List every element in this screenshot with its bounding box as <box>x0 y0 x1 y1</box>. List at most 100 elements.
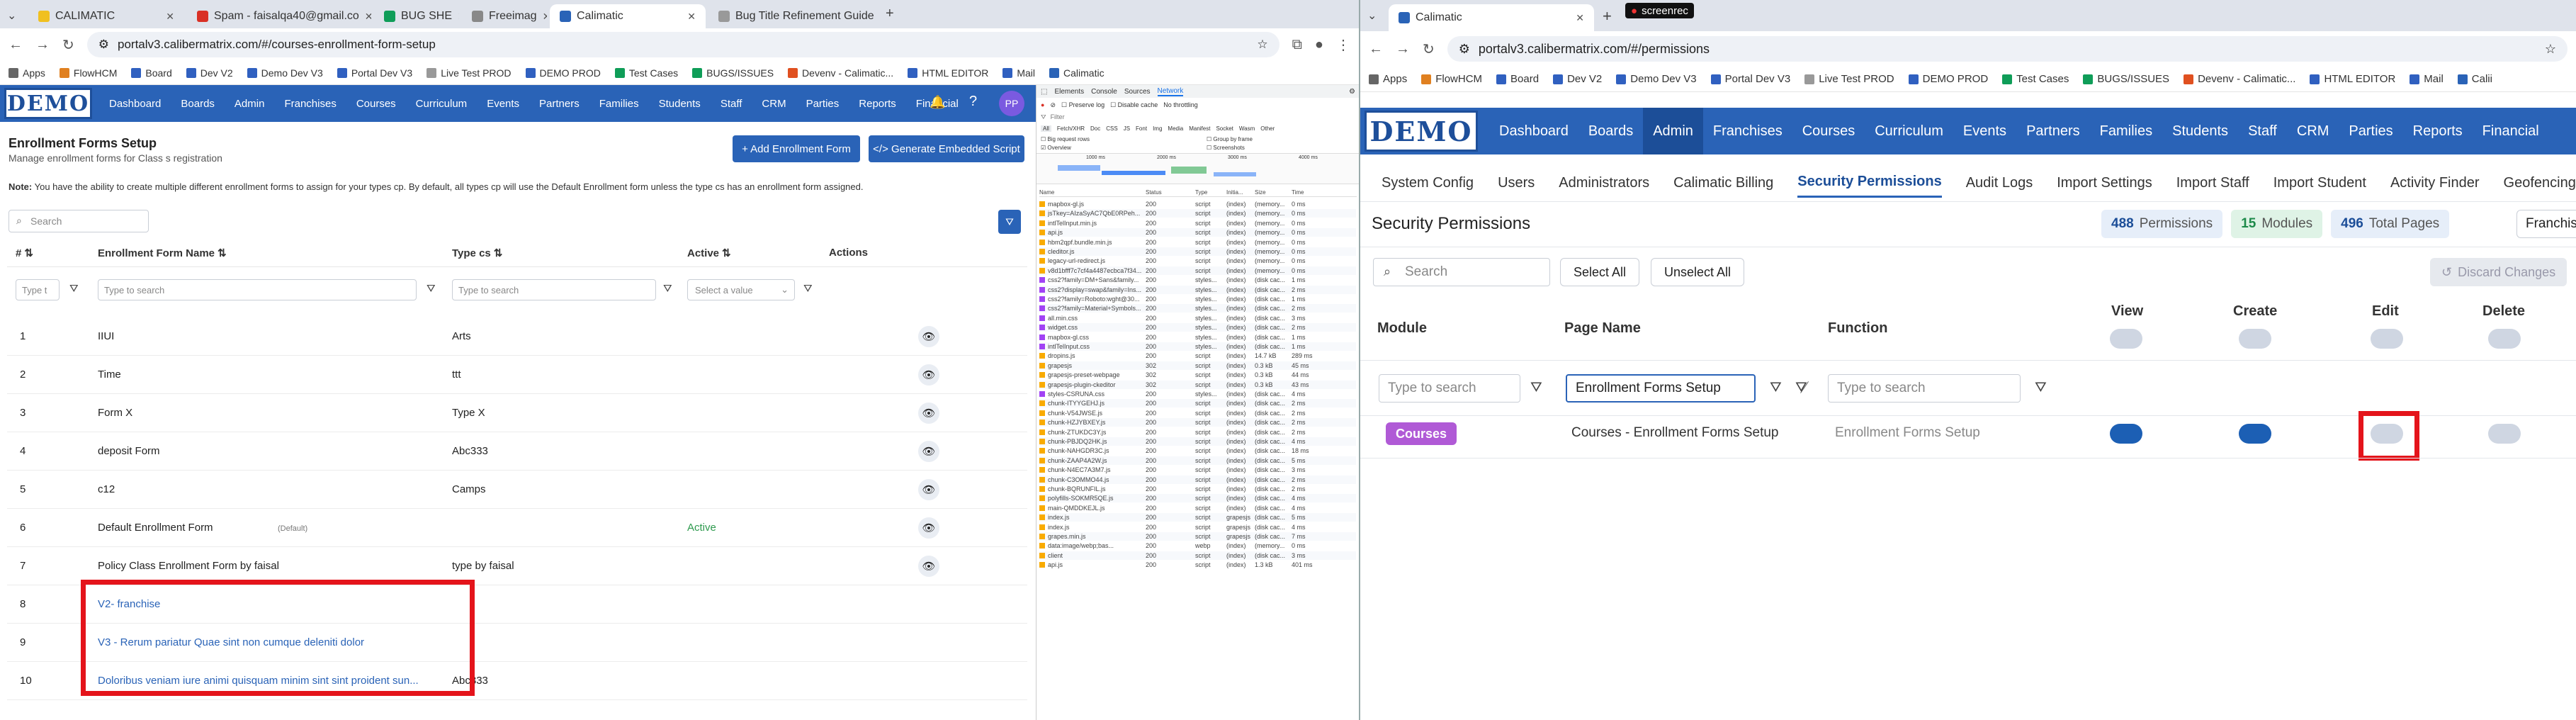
function-filter-input[interactable]: Type to search <box>1828 374 2021 403</box>
bookmark-star-icon[interactable]: ☆ <box>2545 42 2556 57</box>
bookmark-item[interactable]: Dev V2 <box>186 67 233 79</box>
column-label[interactable]: Initia... <box>1226 189 1255 196</box>
column-header-type[interactable]: Type cs ⇅ <box>452 247 503 260</box>
page-name-filter-input[interactable]: Enrollment Forms Setup <box>1566 374 1756 403</box>
bookmark-item[interactable]: Board <box>1496 73 1539 85</box>
filter-toggle-button[interactable]: ⛛ <box>998 210 1021 234</box>
nav-financial[interactable]: Financial <box>2473 108 2549 154</box>
nav-families[interactable]: Families <box>2090 108 2162 154</box>
request-row[interactable]: chunk-PBJDQ2HK.js 200 script (index) (disk c… <box>1039 437 1356 446</box>
bookmark-item[interactable]: BUGS/ISSUES <box>2083 73 2169 85</box>
site-info-icon[interactable]: ⚙ <box>1459 42 1470 57</box>
devtools-tab[interactable]: Sources <box>1124 88 1151 96</box>
reload-icon[interactable]: ↻ <box>62 36 74 54</box>
bookmark-item[interactable]: DEMO PROD <box>525 67 601 79</box>
demo-logo[interactable]: DEMO <box>1365 111 1478 152</box>
view-eye-icon[interactable]: 👁 <box>918 364 939 386</box>
unselect-all-button[interactable]: Unselect All <box>1651 258 1745 286</box>
column-header-active[interactable]: Active ⇅ <box>687 247 731 260</box>
nav-courses[interactable]: Courses <box>356 98 396 110</box>
add-enrollment-form-button[interactable]: + Add Enrollment Form <box>733 135 860 162</box>
request-row[interactable]: grapesjs-preset-webpage 302 script (index) 0… <box>1039 371 1356 379</box>
nav-boards[interactable]: Boards <box>1578 108 1643 154</box>
search-input[interactable]: ⌕ Search <box>9 210 149 232</box>
network-filter-field[interactable]: ⛛ Filter <box>1041 112 1352 122</box>
browser-tab[interactable]: CALIMATIC ✕ <box>28 4 184 28</box>
form-name-filter-input[interactable]: Type to search <box>98 279 417 300</box>
type-filter-input[interactable]: Type to search <box>452 279 656 300</box>
request-row[interactable]: api.js 200 script (index) (memory... 0 ms <box>1039 228 1356 237</box>
tab-geofencing[interactable]: Geofencing <box>2504 169 2576 197</box>
back-icon[interactable]: ← <box>9 37 23 53</box>
active-select[interactable]: Select a value ⌄ <box>687 279 795 300</box>
forward-icon[interactable]: → <box>1396 41 1410 57</box>
nav-dashboard[interactable]: Dashboard <box>109 98 161 110</box>
bookmark-item[interactable]: Demo Dev V3 <box>1616 73 1697 85</box>
nav-events[interactable]: Events <box>487 98 519 110</box>
request-row[interactable]: main-QMDDKEJL.js 200 script (index) (disk ca… <box>1039 504 1356 512</box>
bookmark-item[interactable]: Live Test PROD <box>1804 73 1894 85</box>
bookmark-item[interactable]: BUGS/ISSUES <box>692 67 774 79</box>
view-eye-icon[interactable]: 👁 <box>918 403 939 424</box>
sort-icon[interactable]: ⇅ <box>722 247 731 259</box>
request-row[interactable]: data:image/webp;bas... 200 webp (index) (mem… <box>1039 541 1356 550</box>
request-row[interactable]: chunk-NAHGDR3C.js 200 script (index) (disk c… <box>1039 446 1356 455</box>
request-row[interactable]: css2?family=Roboto:wght@30... 200 styles..… <box>1039 295 1356 303</box>
tab-import-student[interactable]: Import Student <box>2273 169 2366 197</box>
nav-admin[interactable]: Admin <box>1643 108 1703 154</box>
nav-franchises[interactable]: Franchises <box>1703 108 1792 154</box>
delete-column-toggle[interactable] <box>2488 329 2521 349</box>
inspect-icon[interactable]: ⬚ <box>1041 88 1047 96</box>
sort-icon[interactable]: ⇅ <box>494 247 503 259</box>
option-big-request-rows[interactable]: ☐ Big request rows <box>1041 136 1090 142</box>
bookmark-item[interactable]: Portal Dev V3 <box>1710 73 1790 85</box>
clear-filter-icon[interactable]: ⛛̸ <box>1795 380 1807 396</box>
reload-icon[interactable]: ↻ <box>1423 40 1435 58</box>
settings-gear-icon[interactable]: ⚙ <box>1349 88 1355 96</box>
bookmark-item[interactable]: Devenv - Calimatic... <box>788 67 893 79</box>
view-eye-icon[interactable]: 👁 <box>918 441 939 462</box>
option-screenshots[interactable]: ☐ Screenshots <box>1207 145 1245 151</box>
request-row[interactable]: index.js 200 script grapesjs (disk cac... 5 m… <box>1039 513 1356 522</box>
screen-recorder-badge[interactable]: ● screenrec <box>1625 3 1694 18</box>
tab-administrators[interactable]: Administrators <box>1559 169 1649 197</box>
request-row[interactable]: legacy-url-redirect.js 200 script (index) (m… <box>1039 257 1356 265</box>
request-row[interactable]: widget.css 200 styles... (index) (disk cac..… <box>1039 323 1356 332</box>
close-icon[interactable]: ✕ <box>1576 12 1584 24</box>
tab-import-staff[interactable]: Import Staff <box>2176 169 2249 197</box>
nav-franchises[interactable]: Franchises <box>284 98 336 110</box>
nav-students[interactable]: Students <box>659 98 701 110</box>
request-row[interactable]: chunk-ZAAP4A2W.js 200 script (index) (disk c… <box>1039 456 1356 465</box>
nav-partners[interactable]: Partners <box>2016 108 2090 154</box>
request-row[interactable]: chunk-BQRUNFIL.js 200 script (index) (disk c… <box>1039 485 1356 493</box>
type-filter-all[interactable]: All <box>1041 125 1051 132</box>
create-column-toggle[interactable] <box>2239 329 2271 349</box>
nav-staff[interactable]: Staff <box>2238 108 2287 154</box>
module-filter-input[interactable]: Type to search <box>1379 374 1520 403</box>
request-row[interactable]: all.min.css 200 styles... (index) (disk cac.… <box>1039 314 1356 322</box>
close-icon[interactable]: ✕ <box>458 11 459 23</box>
request-row[interactable]: index.js 200 script grapesjs (disk cac... 4 m… <box>1039 523 1356 531</box>
bookmark-item[interactable]: Apps <box>1369 73 1407 85</box>
nav-parties[interactable]: Parties <box>2339 108 2402 154</box>
request-row[interactable]: api.js 200 script (index) 1.3 kB 401 ms <box>1039 561 1356 569</box>
request-row[interactable]: chunk-HZJYBXEY.js 200 script (index) (disk c… <box>1039 418 1356 427</box>
column-label[interactable]: Time <box>1292 189 1320 196</box>
forward-icon[interactable]: → <box>35 37 50 53</box>
bookmark-item[interactable]: Dev V2 <box>1553 73 1602 85</box>
new-tab-icon[interactable]: + <box>1603 7 1612 26</box>
bookmark-item[interactable]: Calii <box>2457 73 2492 85</box>
site-info-icon[interactable]: ⚙ <box>98 38 109 52</box>
generate-embedded-script-button[interactable]: </> Generate Embedded Script <box>869 135 1024 162</box>
url-field[interactable]: ⚙ portalv3.calibermatrix.com/#/courses-en… <box>86 32 1279 57</box>
column-header-form-name[interactable]: Enrollment Form Name ⇅ <box>98 247 227 260</box>
record-icon[interactable]: ● <box>1041 101 1044 108</box>
tab-calimatic-billing[interactable]: Calimatic Billing <box>1673 169 1773 197</box>
request-row[interactable]: css2?family=Material+Symbols... 200 styles… <box>1039 304 1356 313</box>
column-label[interactable]: Status <box>1146 189 1195 196</box>
bookmark-item[interactable]: Test Cases <box>2002 73 2069 85</box>
request-row[interactable]: mapbox-gl.js 200 script (index) (memory... 0 … <box>1039 200 1356 208</box>
franchise-button[interactable]: Franchis <box>2516 210 2576 238</box>
nav-parties[interactable]: Parties <box>806 98 840 110</box>
bookmark-item[interactable]: Test Cases <box>614 67 678 79</box>
